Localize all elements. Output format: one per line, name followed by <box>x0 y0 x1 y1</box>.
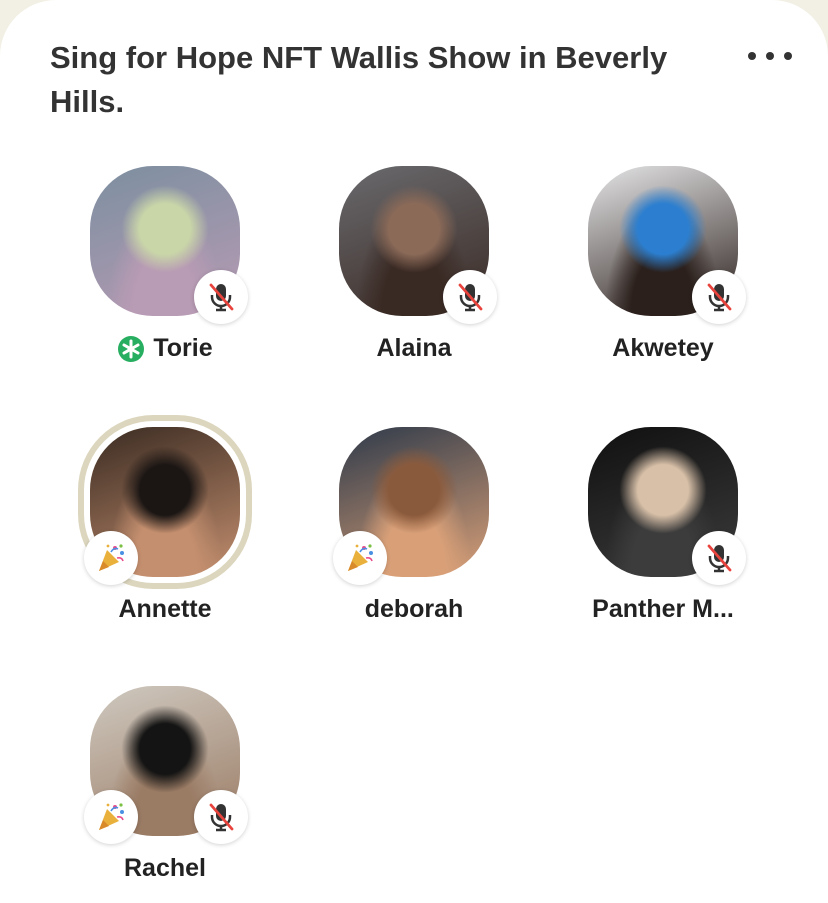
speaker-name: Akwetey <box>612 334 714 362</box>
speaker-name: Rachel <box>124 854 206 882</box>
speaker-name: Annette <box>118 595 212 623</box>
avatar-wrapper <box>84 686 248 844</box>
party-popper-icon <box>84 790 138 844</box>
speaker-name: Torie <box>153 334 213 362</box>
mic-off-icon <box>194 790 248 844</box>
more-dot <box>784 52 792 60</box>
speaker-name-row: Akwetey <box>563 334 763 363</box>
mic-off-icon <box>194 270 248 324</box>
speaker-tile[interactable]: Panther M... <box>563 427 763 647</box>
speaker-name: Panther M... <box>592 595 734 623</box>
speaker-tile[interactable]: Alaina <box>314 166 514 386</box>
speaker-name-row: Alaina <box>314 334 514 363</box>
avatar-wrapper <box>333 427 489 585</box>
mic-off-icon <box>443 270 497 324</box>
speaker-name-row: Panther M... <box>563 595 763 624</box>
speaker-name: Alaina <box>376 334 452 362</box>
speaker-tile[interactable]: deborah <box>314 427 514 647</box>
avatar-wrapper <box>339 166 497 324</box>
speaker-tile[interactable]: Rachel <box>65 686 265 903</box>
party-popper-icon <box>84 531 138 585</box>
speaker-name: deborah <box>364 595 464 623</box>
speaker-name-row: Annette <box>65 595 265 624</box>
avatar-wrapper <box>90 166 248 324</box>
room-title: Sing for Hope NFT Wallis Show in Beverly… <box>50 40 668 119</box>
mic-off-icon <box>692 531 746 585</box>
speaker-name-row: Rachel <box>65 854 265 883</box>
speaker-tile[interactable]: Akwetey <box>563 166 763 386</box>
more-options-icon[interactable] <box>748 42 792 70</box>
more-dot <box>766 52 774 60</box>
speaker-name-row: Torie <box>65 334 265 363</box>
speaker-tile[interactable]: Annette <box>65 427 265 647</box>
room-card: Sing for Hope NFT Wallis Show in Beverly… <box>0 0 828 903</box>
mic-off-icon <box>692 270 746 324</box>
avatar-wrapper <box>84 427 240 585</box>
party-popper-icon <box>333 531 387 585</box>
moderator-icon <box>117 335 145 363</box>
more-dot <box>748 52 756 60</box>
avatar-wrapper <box>588 166 746 324</box>
speaker-name-row: deborah <box>314 595 514 624</box>
avatar-wrapper <box>588 427 746 585</box>
speaker-tile[interactable]: Torie <box>65 166 265 386</box>
